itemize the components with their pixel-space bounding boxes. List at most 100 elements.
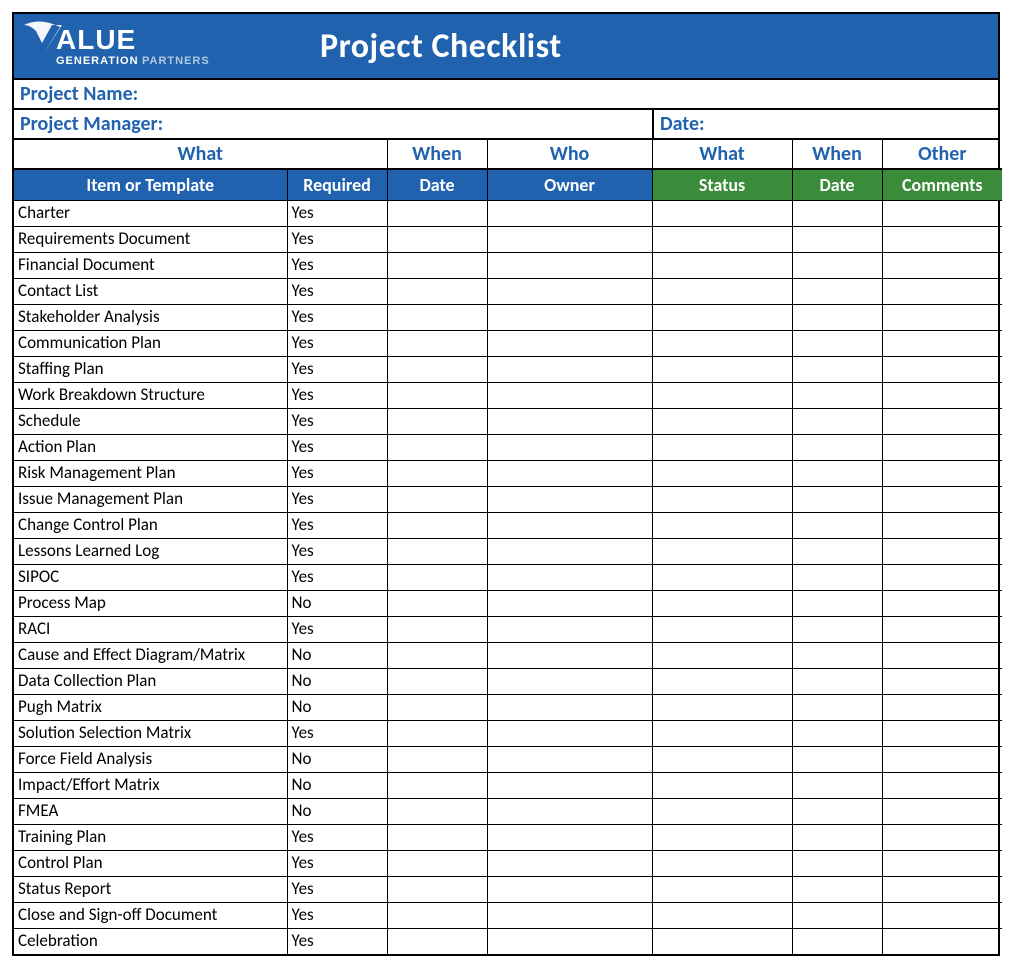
cell-owner <box>487 383 652 409</box>
cell-date1 <box>387 383 487 409</box>
cell-owner <box>487 227 652 253</box>
cell-item: Schedule <box>14 409 287 435</box>
cell-item: Cause and Effect Diagram/Matrix <box>14 643 287 669</box>
cell-owner <box>487 851 652 877</box>
cell-required: Yes <box>287 435 387 461</box>
cell-date2 <box>792 409 882 435</box>
cell-comments <box>882 773 1002 799</box>
cell-required: Yes <box>287 305 387 331</box>
cell-required: Yes <box>287 851 387 877</box>
cell-date2 <box>792 565 882 591</box>
cell-date1 <box>387 669 487 695</box>
cell-item: Training Plan <box>14 825 287 851</box>
cell-comments <box>882 721 1002 747</box>
brand-line2b: PARTNERS <box>142 55 210 67</box>
cell-required: No <box>287 669 387 695</box>
cell-date1 <box>387 305 487 331</box>
cell-comments <box>882 617 1002 643</box>
cell-item: Control Plan <box>14 851 287 877</box>
cell-comments <box>882 487 1002 513</box>
value-generation-partners-logo-icon: ALUE GENERATION PARTNERS <box>22 19 242 73</box>
cell-item: Pugh Matrix <box>14 695 287 721</box>
cell-comments <box>882 929 1002 955</box>
cell-item: Work Breakdown Structure <box>14 383 287 409</box>
cell-date2 <box>792 617 882 643</box>
table-row: FMEANo <box>14 799 1002 825</box>
cell-date1 <box>387 773 487 799</box>
cell-required: No <box>287 773 387 799</box>
cell-owner <box>487 487 652 513</box>
cell-owner <box>487 409 652 435</box>
cell-comments <box>882 669 1002 695</box>
cell-date1 <box>387 825 487 851</box>
cell-date2 <box>792 279 882 305</box>
cell-item: Impact/Effort Matrix <box>14 773 287 799</box>
meta-row-project-name: Project Name: <box>14 80 998 110</box>
cell-item: Communication Plan <box>14 331 287 357</box>
table-row: Close and Sign-off DocumentYes <box>14 903 1002 929</box>
cell-status <box>652 773 792 799</box>
brand-line2a: GENERATION <box>56 55 139 67</box>
table-row: Pugh MatrixNo <box>14 695 1002 721</box>
cell-status <box>652 409 792 435</box>
table-row: Risk Management PlanYes <box>14 461 1002 487</box>
cell-comments <box>882 435 1002 461</box>
cell-status <box>652 357 792 383</box>
cell-date2 <box>792 227 882 253</box>
cell-owner <box>487 279 652 305</box>
column-group-row: What When Who What When Other <box>14 140 1002 169</box>
cell-required: No <box>287 799 387 825</box>
cell-item: Celebration <box>14 929 287 955</box>
cell-comments <box>882 201 1002 227</box>
col-date-1: Date <box>387 169 487 201</box>
cell-date1 <box>387 487 487 513</box>
cell-comments <box>882 643 1002 669</box>
cell-status <box>652 461 792 487</box>
cell-status <box>652 877 792 903</box>
table-row: Issue Management PlanYes <box>14 487 1002 513</box>
cell-required: No <box>287 591 387 617</box>
cell-status <box>652 591 792 617</box>
cell-comments <box>882 903 1002 929</box>
cell-comments <box>882 851 1002 877</box>
cell-date2 <box>792 435 882 461</box>
cell-status <box>652 669 792 695</box>
cell-owner <box>487 305 652 331</box>
cell-owner <box>487 591 652 617</box>
cell-item: Action Plan <box>14 435 287 461</box>
table-row: Control PlanYes <box>14 851 1002 877</box>
cell-required: Yes <box>287 409 387 435</box>
cell-required: Yes <box>287 357 387 383</box>
cell-date1 <box>387 279 487 305</box>
table-row: Data Collection PlanNo <box>14 669 1002 695</box>
cell-owner <box>487 253 652 279</box>
cell-required: Yes <box>287 929 387 955</box>
group-who: Who <box>487 140 652 169</box>
cell-comments <box>882 383 1002 409</box>
cell-date2 <box>792 903 882 929</box>
cell-status <box>652 227 792 253</box>
cell-date2 <box>792 357 882 383</box>
col-item: Item or Template <box>14 169 287 201</box>
cell-required: Yes <box>287 539 387 565</box>
table-row: Training PlanYes <box>14 825 1002 851</box>
cell-status <box>652 799 792 825</box>
cell-item: Close and Sign-off Document <box>14 903 287 929</box>
cell-item: Force Field Analysis <box>14 747 287 773</box>
cell-owner <box>487 799 652 825</box>
cell-date2 <box>792 539 882 565</box>
cell-date1 <box>387 799 487 825</box>
meta-row-manager-date: Project Manager: Date: <box>14 110 998 140</box>
cell-date2 <box>792 591 882 617</box>
cell-date2 <box>792 487 882 513</box>
cell-date2 <box>792 383 882 409</box>
project-manager-label: Project Manager: <box>14 110 654 138</box>
table-row: Stakeholder AnalysisYes <box>14 305 1002 331</box>
cell-status <box>652 903 792 929</box>
cell-status <box>652 201 792 227</box>
cell-required: Yes <box>287 253 387 279</box>
cell-owner <box>487 721 652 747</box>
cell-status <box>652 331 792 357</box>
table-row: Action PlanYes <box>14 435 1002 461</box>
cell-comments <box>882 409 1002 435</box>
